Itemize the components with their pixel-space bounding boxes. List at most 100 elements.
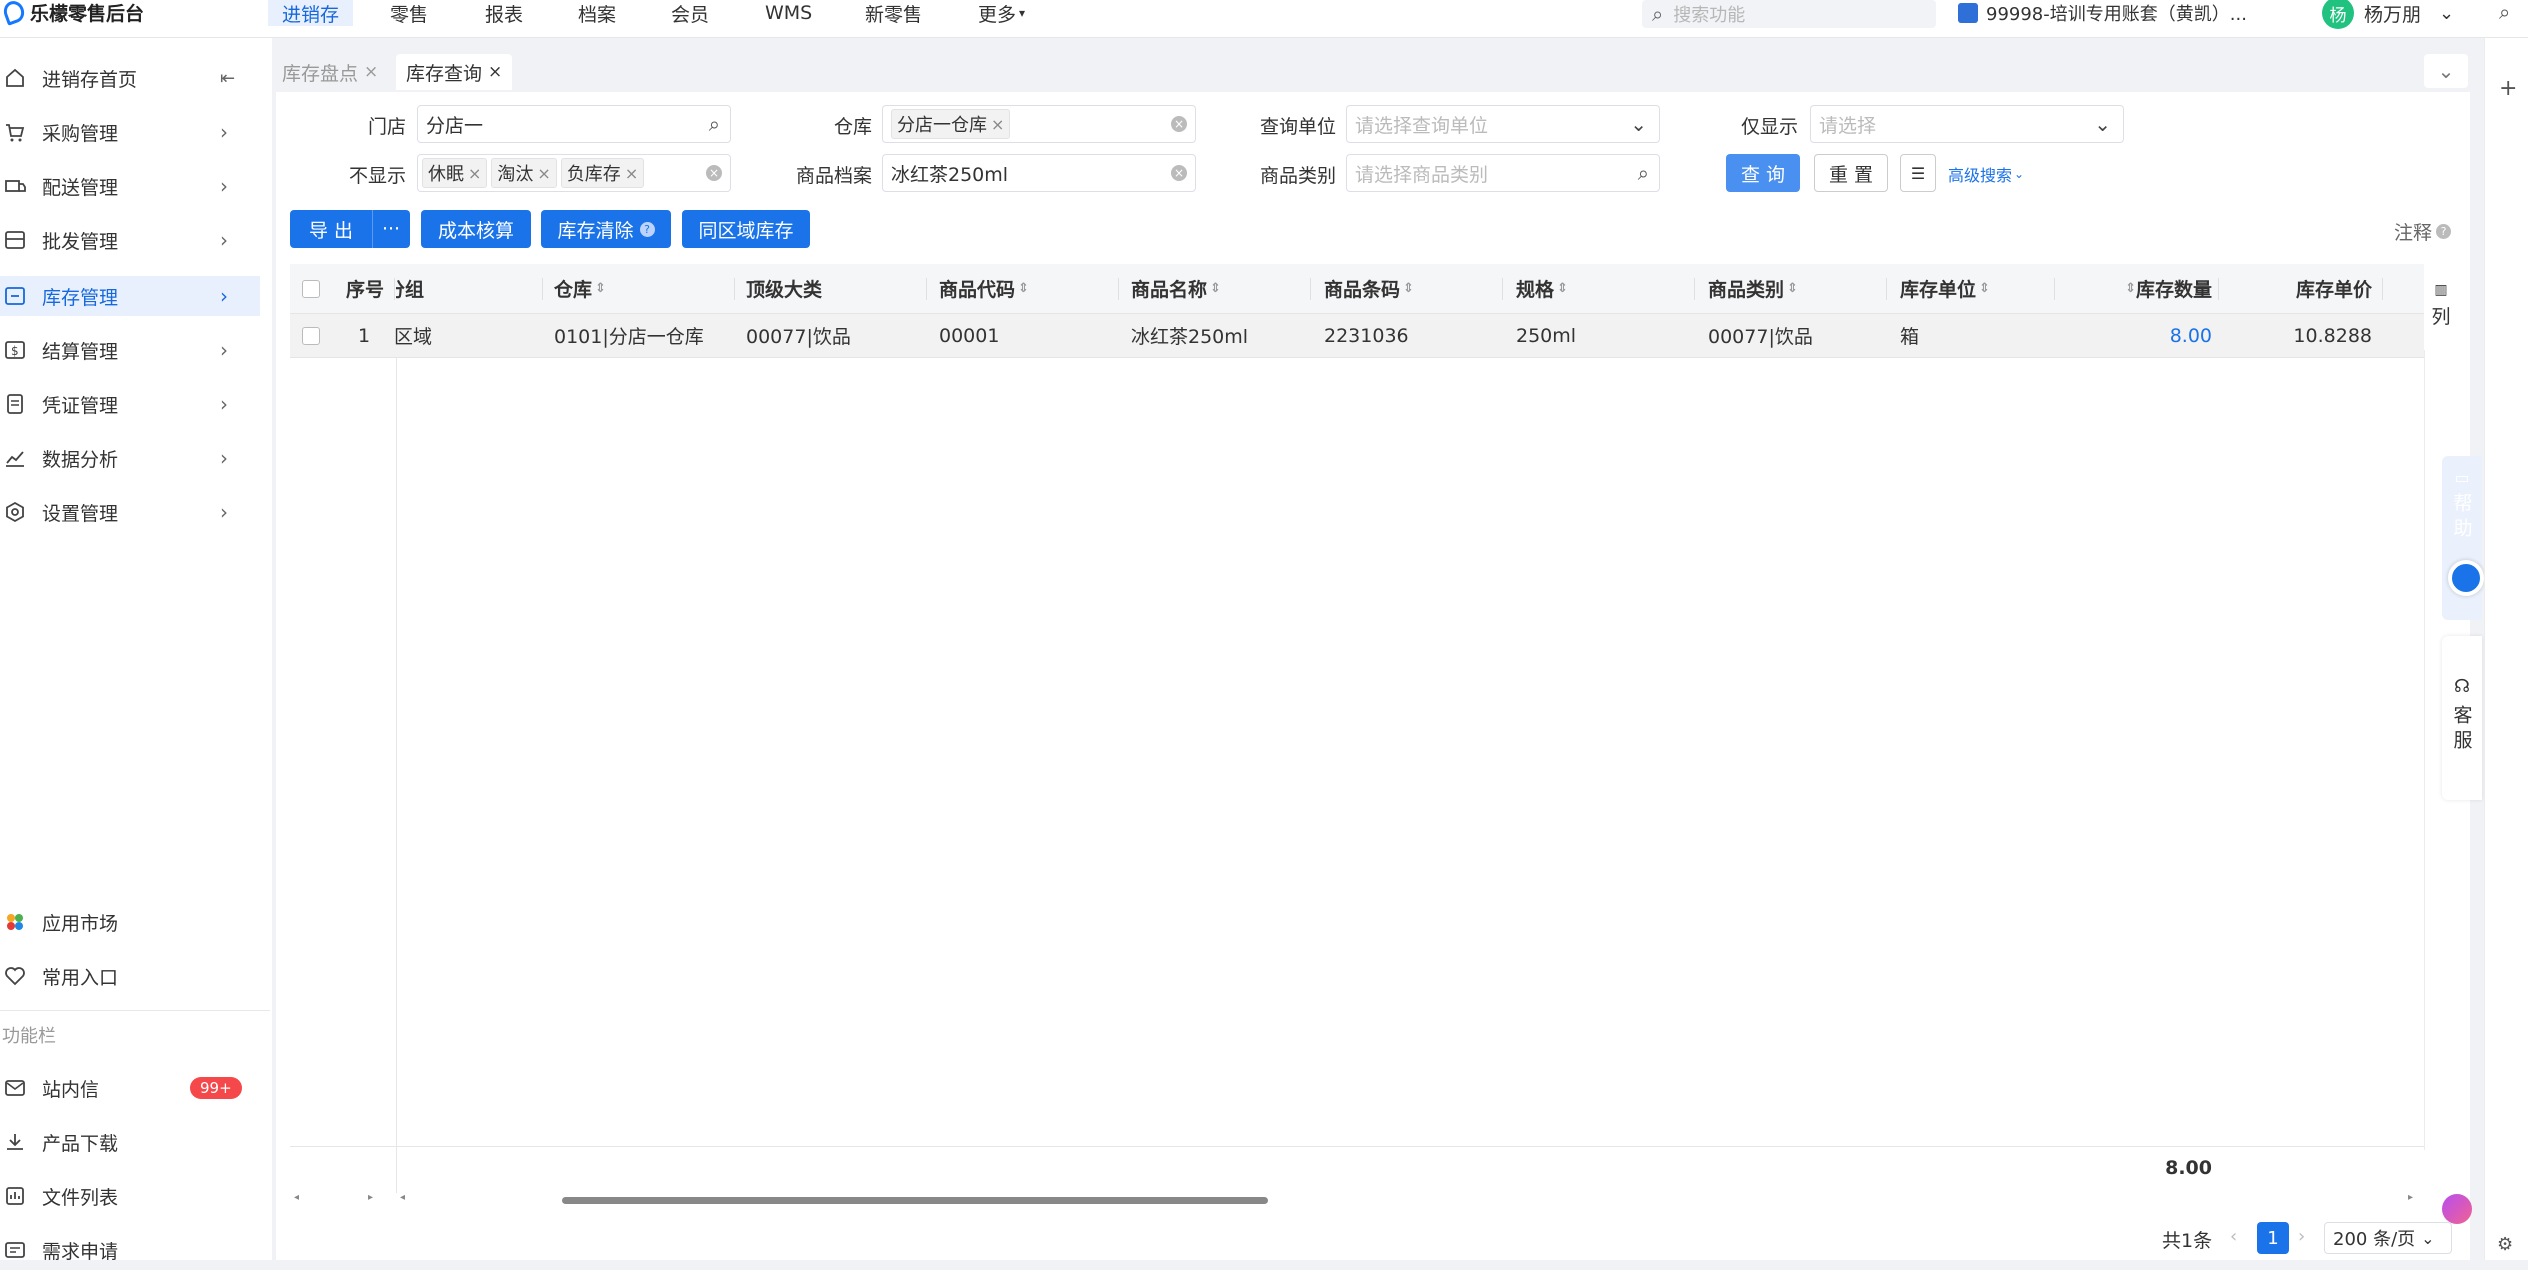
- clear-stock-button[interactable]: 库存清除 ?: [541, 210, 671, 248]
- app-logo[interactable]: 乐檬零售后台: [0, 0, 144, 26]
- category-input[interactable]: 请选择商品类别 ⌕: [1346, 154, 1660, 192]
- tag-close-icon[interactable]: ×: [991, 115, 1004, 134]
- warehouse-tag[interactable]: 分店一仓库 ×: [891, 109, 1011, 139]
- tab-dropdown-icon[interactable]: ⌄: [2424, 54, 2468, 88]
- hide-tag-negative-stock[interactable]: 负库存 ×: [560, 158, 645, 188]
- collapse-sidebar-icon[interactable]: ⇤: [220, 68, 235, 89]
- customer-service-panel[interactable]: ☊ 客服: [2442, 636, 2482, 800]
- topnav-member[interactable]: 会员: [671, 0, 709, 26]
- topnav-new-retail[interactable]: 新零售: [865, 0, 922, 26]
- search-icon[interactable]: ⌕: [1638, 161, 1649, 185]
- sidebar-item-messages[interactable]: 站内信 99+: [0, 1068, 260, 1108]
- col-qty[interactable]: ⇕ 库存数量: [2056, 264, 2212, 313]
- global-search-icon[interactable]: ⌕: [2499, 0, 2510, 24]
- col-code[interactable]: 商品代码 ⇕: [939, 264, 1029, 313]
- topnav-archive[interactable]: 档案: [578, 0, 616, 26]
- ai-brain-icon[interactable]: [2442, 1194, 2472, 1224]
- sort-icon[interactable]: ⇕: [595, 281, 606, 296]
- topnav-retail[interactable]: 零售: [390, 0, 428, 26]
- account-selector[interactable]: 99998-培训专用账套（黄凯）...: [1958, 0, 2247, 26]
- sidebar-item-settings[interactable]: 设置管理 ›: [0, 492, 260, 532]
- sort-icon[interactable]: ⇕: [1557, 281, 1568, 296]
- sidebar-item-download[interactable]: 产品下载: [0, 1122, 260, 1162]
- sort-icon[interactable]: ⇕: [2125, 281, 2136, 296]
- sidebar-item-inventory-home[interactable]: 进销存首页 ⇤: [0, 58, 260, 98]
- col-top-category[interactable]: 顶级大类: [746, 264, 822, 313]
- sidebar-item-analysis[interactable]: 数据分析 ›: [0, 438, 260, 478]
- close-icon[interactable]: ×: [488, 62, 502, 82]
- select-all-checkbox[interactable]: [302, 264, 320, 313]
- export-button[interactable]: 导 出: [290, 216, 372, 243]
- search-icon[interactable]: ⌕: [709, 112, 720, 136]
- sidebar-item-settlement[interactable]: $ 结算管理 ›: [0, 330, 260, 370]
- page-size-select[interactable]: 200 条/页 ⌄: [2324, 1222, 2452, 1254]
- sort-icon[interactable]: ⇕: [1018, 281, 1029, 296]
- topnav-inventory[interactable]: 进销存: [268, 0, 354, 26]
- product-select[interactable]: 冰红茶250ml ×: [882, 154, 1196, 192]
- clear-icon[interactable]: ×: [1171, 165, 1187, 181]
- sidebar-item-voucher[interactable]: 凭证管理 ›: [0, 384, 260, 424]
- sidebar-item-request[interactable]: 需求申请: [0, 1230, 260, 1270]
- gear-icon[interactable]: ⚙: [2497, 1234, 2513, 1255]
- tag-close-icon[interactable]: ×: [537, 164, 550, 183]
- sidebar-item-file-list[interactable]: 文件列表: [0, 1176, 260, 1216]
- filter-settings-icon[interactable]: ☰: [1900, 154, 1936, 192]
- assistant-bubble-icon[interactable]: [2448, 560, 2484, 596]
- user-menu[interactable]: 杨 杨万朋 ⌄: [2322, 0, 2454, 29]
- same-area-stock-button[interactable]: 同区域库存: [682, 210, 810, 248]
- sidebar-item-wholesale[interactable]: 批发管理 ›: [0, 220, 260, 260]
- sidebar-item-distribution[interactable]: 配送管理 ›: [0, 166, 260, 206]
- clear-icon[interactable]: ×: [1171, 116, 1187, 132]
- col-group[interactable]: 分组: [396, 264, 542, 313]
- tag-close-icon[interactable]: ×: [625, 164, 638, 183]
- col-barcode[interactable]: 商品条码 ⇕: [1324, 264, 1414, 313]
- col-name[interactable]: 商品名称 ⇕: [1131, 264, 1221, 313]
- cell-qty[interactable]: 8.00: [2056, 314, 2212, 357]
- column-settings[interactable]: ▥ 列: [2426, 264, 2456, 350]
- sort-icon[interactable]: ⇕: [1979, 281, 1990, 296]
- advanced-search-link[interactable]: 高级搜索 ⌄: [1948, 162, 2024, 186]
- store-input[interactable]: 分店一 ⌕: [417, 105, 731, 143]
- query-unit-select[interactable]: 请选择查询单位 ⌄: [1346, 105, 1660, 143]
- clear-icon[interactable]: ×: [706, 165, 722, 181]
- sidebar-item-purchase[interactable]: 采购管理 ›: [0, 112, 260, 152]
- page-1-button[interactable]: 1: [2257, 1222, 2289, 1254]
- topnav-wms[interactable]: WMS: [765, 0, 812, 26]
- scrollbar-thumb[interactable]: [562, 1197, 1268, 1204]
- sidebar-item-app-market[interactable]: 应用市场: [0, 902, 260, 942]
- sort-icon[interactable]: ⇕: [1787, 281, 1798, 296]
- topnav-more[interactable]: 更多 ▾: [978, 0, 1025, 26]
- sidebar-item-favorites[interactable]: 常用入口: [0, 956, 260, 996]
- scroll-left-icon[interactable]: ◂: [400, 1192, 405, 1203]
- topnav-report[interactable]: 报表: [485, 0, 523, 26]
- scroll-right-icon[interactable]: ▸: [2408, 1192, 2413, 1203]
- warehouse-select[interactable]: 分店一仓库 × ×: [882, 105, 1196, 143]
- next-page-icon[interactable]: ›: [2298, 1226, 2305, 1247]
- only-show-select[interactable]: 请选择 ⌄: [1810, 105, 2124, 143]
- scroll-left-icon[interactable]: ◂: [294, 1192, 299, 1203]
- sort-icon[interactable]: ⇕: [1403, 281, 1414, 296]
- col-category[interactable]: 商品类别 ⇕: [1708, 264, 1798, 313]
- hide-tag-eliminated[interactable]: 淘汰 ×: [491, 158, 557, 188]
- cost-accounting-button[interactable]: 成本核算: [421, 210, 531, 248]
- col-price[interactable]: 库存单价: [2220, 264, 2372, 313]
- export-more-button[interactable]: ···: [373, 218, 409, 240]
- horizontal-scrollbar[interactable]: ◂ ▸ ◂ ▸: [290, 1192, 2424, 1208]
- query-button[interactable]: 查 询: [1726, 154, 1800, 192]
- sort-icon[interactable]: ⇕: [1210, 281, 1221, 296]
- function-search[interactable]: ⌕ 搜索功能: [1642, 0, 1936, 28]
- col-spec[interactable]: 规格 ⇕: [1516, 264, 1568, 313]
- col-unit[interactable]: 库存单位 ⇕: [1900, 264, 1990, 313]
- sidebar-item-inventory[interactable]: 库存管理 ›: [0, 276, 260, 316]
- scroll-right-icon[interactable]: ▸: [368, 1192, 373, 1203]
- close-icon[interactable]: ×: [364, 62, 378, 82]
- hide-select[interactable]: 休眠 × 淘汰 × 负库存 × ×: [417, 154, 731, 192]
- table-row[interactable]: 1 区域 0101|分店一仓库 00077|饮品 00001 冰红茶250ml …: [290, 314, 2424, 358]
- col-warehouse[interactable]: 仓库 ⇕: [554, 264, 606, 313]
- tab-inventory-query[interactable]: 库存查询 ×: [396, 54, 513, 90]
- hide-tag-dormant[interactable]: 休眠 ×: [422, 158, 488, 188]
- reset-button[interactable]: 重 置: [1814, 154, 1888, 192]
- add-icon[interactable]: +: [2499, 76, 2517, 101]
- note-toggle[interactable]: 注释 ?: [2394, 218, 2452, 245]
- tag-close-icon[interactable]: ×: [468, 164, 481, 183]
